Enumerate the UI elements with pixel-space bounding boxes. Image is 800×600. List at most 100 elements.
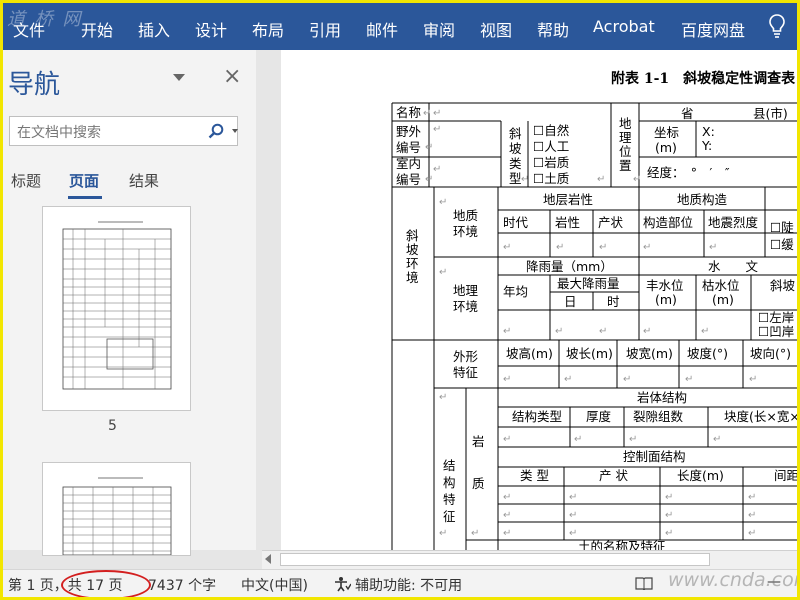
svg-text:↵: ↵ [629, 434, 637, 445]
tab-design[interactable]: 设计 [195, 17, 227, 41]
search-input[interactable]: 在文档中搜索 [9, 116, 238, 146]
label-annual: 年均 [503, 284, 528, 299]
lightbulb-icon[interactable] [769, 14, 785, 38]
label-width: 坡宽(m) [626, 346, 673, 361]
label-geol-env-2: 环境 [453, 224, 478, 239]
document-canvas[interactable]: 附表 1-1 斜坡稳定性调查表↵ [262, 50, 797, 550]
search-placeholder: 在文档中搜索 [17, 125, 101, 141]
label-dry-unit: (m) [712, 292, 734, 307]
navigation-pane: 导航 × 在文档中搜索 标题 页面 结果 5 [3, 50, 256, 556]
nav-pane-title: 导航 [8, 70, 61, 100]
label-field-no: 野外 [396, 124, 422, 139]
thumbnail-preview [62, 477, 172, 556]
label-hour: 时 [607, 294, 620, 309]
tab-review[interactable]: 审阅 [423, 17, 455, 41]
page-thumbnail[interactable] [42, 462, 191, 556]
thumbnail-preview [62, 221, 172, 390]
label-y: Y: [701, 138, 712, 153]
checkbox-soil[interactable]: ☐土质 [533, 171, 569, 186]
tab-pages[interactable]: 页面 [69, 170, 99, 191]
language-indicator[interactable]: 中文(中国) [241, 575, 308, 595]
label-control-plane: 控制面结构 [623, 449, 686, 464]
tab-headings[interactable]: 标题 [11, 170, 41, 191]
label-max-rain: 最大降雨量 [557, 276, 620, 291]
scrollbar-thumb[interactable] [280, 553, 710, 566]
svg-text:↵: ↵ [425, 174, 433, 185]
tab-help[interactable]: 帮助 [537, 17, 569, 41]
svg-text:↵: ↵ [749, 374, 757, 385]
svg-text:↵: ↵ [569, 510, 577, 521]
svg-text:↵: ↵ [748, 492, 756, 503]
document-page[interactable]: 附表 1-1 斜坡稳定性调查表↵ [281, 50, 797, 550]
label-indoor-no: 室内 [396, 156, 421, 171]
tab-layout[interactable]: 布局 [252, 17, 284, 41]
word-window: 道 桥 网 文件 开始 插入 设计 布局 引用 邮件 审阅 视图 帮助 Acro… [0, 0, 800, 600]
svg-text:↵: ↵ [748, 528, 756, 539]
label-seismic: 地震烈度 [708, 215, 759, 230]
label-indoor-no-2: 编号 [396, 172, 421, 187]
tab-references[interactable]: 引用 [309, 17, 341, 41]
label-struct-feat: 结构特征 [443, 458, 456, 524]
svg-text:↵: ↵ [599, 242, 607, 253]
svg-text:↵: ↵ [574, 434, 582, 445]
chevron-down-icon[interactable] [173, 74, 185, 81]
svg-text:↵: ↵ [713, 434, 721, 445]
label-province: 省 [681, 106, 694, 121]
tab-insert[interactable]: 插入 [138, 17, 170, 41]
close-icon[interactable]: × [223, 64, 241, 89]
checkbox-rock[interactable]: ☐岩质 [533, 155, 569, 170]
svg-text:↵: ↵ [433, 108, 441, 119]
label-day: 日 [564, 294, 577, 309]
svg-text:↵: ↵ [665, 492, 673, 503]
svg-text:↵: ↵ [423, 108, 431, 119]
search-icon[interactable] [208, 123, 224, 139]
label-longitude: 经度： ° ′ ″ [647, 165, 730, 180]
chevron-down-icon[interactable] [232, 129, 238, 133]
label-bottom: 土的名称及特征 [578, 539, 666, 550]
label-county: 县(市) [753, 106, 788, 121]
tab-file[interactable]: 文件 [13, 17, 45, 41]
tab-acrobat[interactable]: Acrobat [593, 17, 655, 36]
checkbox-natural[interactable]: ☐自然 [533, 123, 569, 138]
checkbox-artificial[interactable]: ☐人工 [533, 139, 569, 154]
tab-view[interactable]: 视图 [480, 17, 512, 41]
checkbox-steep[interactable]: ☐陡 [770, 220, 794, 235]
label-c-attitude: 产 状 [599, 468, 628, 483]
checkbox-concave-bank[interactable]: ☐凹岸 [758, 324, 794, 339]
label-rock: 岩 [472, 434, 485, 449]
label-coord: 坐标 [654, 125, 679, 140]
label-geog-env-2: 环境 [453, 299, 478, 314]
checkbox-gentle[interactable]: ☐缓 [770, 237, 794, 252]
accessibility-icon[interactable] [333, 576, 351, 592]
svg-text:↵: ↵ [433, 164, 441, 175]
checkbox-left-bank[interactable]: ☐左岸 [758, 310, 794, 325]
label-aspect: 坡向(°) [750, 346, 791, 361]
accessibility-status[interactable]: 辅助功能: 不可用 [355, 575, 462, 595]
scroll-left-arrow-icon[interactable] [265, 554, 271, 564]
page-thumbnail[interactable] [42, 206, 191, 411]
svg-text:↵: ↵ [521, 174, 529, 185]
page-thumbnail-number: 5 [108, 418, 117, 434]
svg-text:↵: ↵ [503, 434, 511, 445]
svg-text:↵: ↵ [748, 510, 756, 521]
read-mode-icon[interactable] [635, 576, 653, 590]
svg-text:↵: ↵ [597, 174, 605, 185]
label-era: 时代 [503, 215, 529, 230]
label-c-length: 长度(m) [677, 468, 724, 483]
label-hydrology: 水 文 [708, 259, 759, 274]
svg-text:↵: ↵ [439, 392, 447, 403]
svg-text:↵: ↵ [569, 528, 577, 539]
tab-results[interactable]: 结果 [129, 170, 159, 191]
word-count[interactable]: 7437 个字 [148, 575, 216, 595]
svg-text:↵: ↵ [503, 492, 511, 503]
label-rainfall: 降雨量（mm） [526, 259, 613, 274]
label-shape: 外形 [453, 349, 479, 364]
tab-baidu-netdisk[interactable]: 百度网盘 [681, 17, 745, 41]
svg-text:↵: ↵ [555, 326, 563, 337]
tab-mailings[interactable]: 邮件 [366, 17, 398, 41]
tab-home[interactable]: 开始 [81, 17, 113, 41]
svg-text:↵: ↵ [643, 242, 651, 253]
label-struct-pos: 构造部位 [643, 215, 693, 230]
svg-text:↵: ↵ [643, 326, 651, 337]
horizontal-scrollbar[interactable] [262, 550, 797, 569]
